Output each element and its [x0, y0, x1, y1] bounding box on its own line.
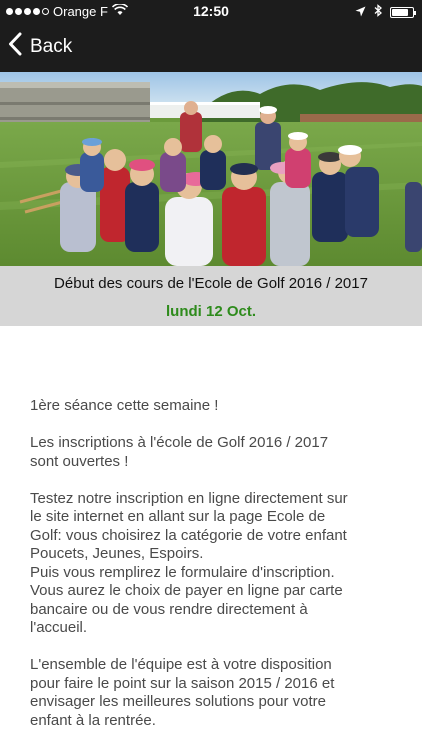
- article-header: Début des cours de l'Ecole de Golf 2016 …: [0, 266, 422, 326]
- children-golf-lesson-photo: [0, 72, 422, 266]
- article-paragraph: Puis vous remplirez le formulaire d'insc…: [30, 563, 335, 581]
- article-paragraph: Vous aurez le choix de payer en ligne pa…: [30, 582, 343, 636]
- back-label: Back: [30, 36, 73, 57]
- article-paragraph: Les inscriptions à l'école de Golf 2016 …: [30, 434, 329, 470]
- article-date: lundi 12 Oct.: [165, 303, 256, 320]
- location-arrow-icon: [355, 5, 366, 20]
- status-right: [355, 4, 416, 20]
- top-bar: Orange F 12:50 Back: [0, 0, 422, 72]
- bluetooth-icon: [374, 4, 382, 20]
- status-bar: Orange F 12:50: [0, 0, 422, 22]
- article-paragraph: L'ensemble de l'équipe est à votre dispo…: [30, 656, 335, 729]
- battery-icon: [390, 6, 416, 18]
- chevron-left-icon: [8, 32, 22, 62]
- screen: Orange F 12:50 Back Début des cours de l…: [0, 0, 422, 750]
- article-paragraph: 1ère séance cette semaine !: [30, 397, 219, 414]
- article-title: Début des cours de l'Ecole de Golf 2016 …: [54, 275, 368, 292]
- article-body: 1ère séance cette semaine ! Les inscript…: [30, 397, 350, 749]
- article-paragraph-group: Testez notre inscription en ligne direct…: [30, 490, 350, 638]
- article-paragraph: Testez notre inscription en ligne direct…: [30, 489, 348, 563]
- back-button[interactable]: Back: [8, 32, 72, 62]
